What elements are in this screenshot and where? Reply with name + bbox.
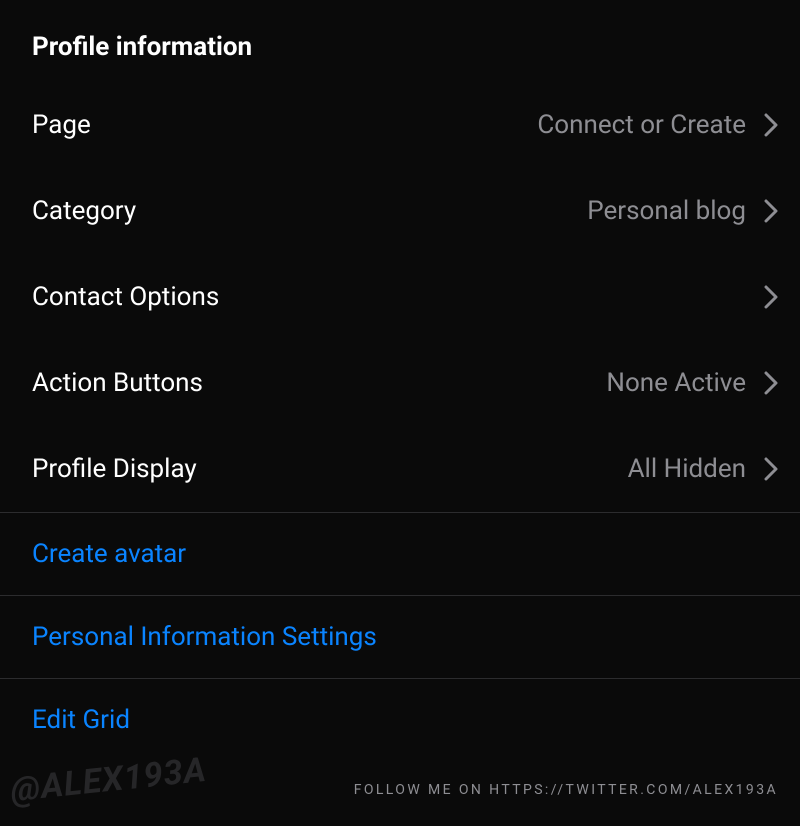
section-title: Profile information (0, 0, 800, 82)
chevron-right-icon (764, 285, 778, 309)
personal-info-settings-link[interactable]: Personal Information Settings (0, 595, 800, 678)
profile-display-value: All Hidden (628, 454, 746, 484)
create-avatar-link[interactable]: Create avatar (0, 512, 800, 595)
create-avatar-label: Create avatar (32, 539, 186, 569)
category-value: Personal blog (587, 196, 746, 226)
chevron-right-icon (764, 371, 778, 395)
personal-info-settings-label: Personal Information Settings (32, 622, 377, 652)
category-row[interactable]: Category Personal blog (0, 168, 800, 254)
page-value: Connect or Create (537, 110, 746, 140)
profile-information-section: Profile information Page Connect or Crea… (0, 0, 800, 761)
category-label: Category (32, 196, 136, 226)
profile-display-row[interactable]: Profile Display All Hidden (0, 426, 800, 512)
page-row[interactable]: Page Connect or Create (0, 82, 800, 168)
action-buttons-label: Action Buttons (32, 368, 203, 398)
chevron-right-icon (764, 113, 778, 137)
contact-options-row[interactable]: Contact Options (0, 254, 800, 340)
chevron-right-icon (764, 457, 778, 481)
follow-text: FOLLOW ME ON HTTPS://TWITTER.COM/ALEX193… (354, 782, 778, 798)
chevron-right-icon (764, 199, 778, 223)
action-buttons-row[interactable]: Action Buttons None Active (0, 340, 800, 426)
contact-options-label: Contact Options (32, 282, 219, 312)
profile-display-label: Profile Display (32, 454, 197, 484)
action-buttons-value: None Active (606, 368, 746, 398)
page-label: Page (32, 110, 91, 140)
edit-grid-link[interactable]: Edit Grid (0, 678, 800, 761)
edit-grid-label: Edit Grid (32, 705, 130, 735)
